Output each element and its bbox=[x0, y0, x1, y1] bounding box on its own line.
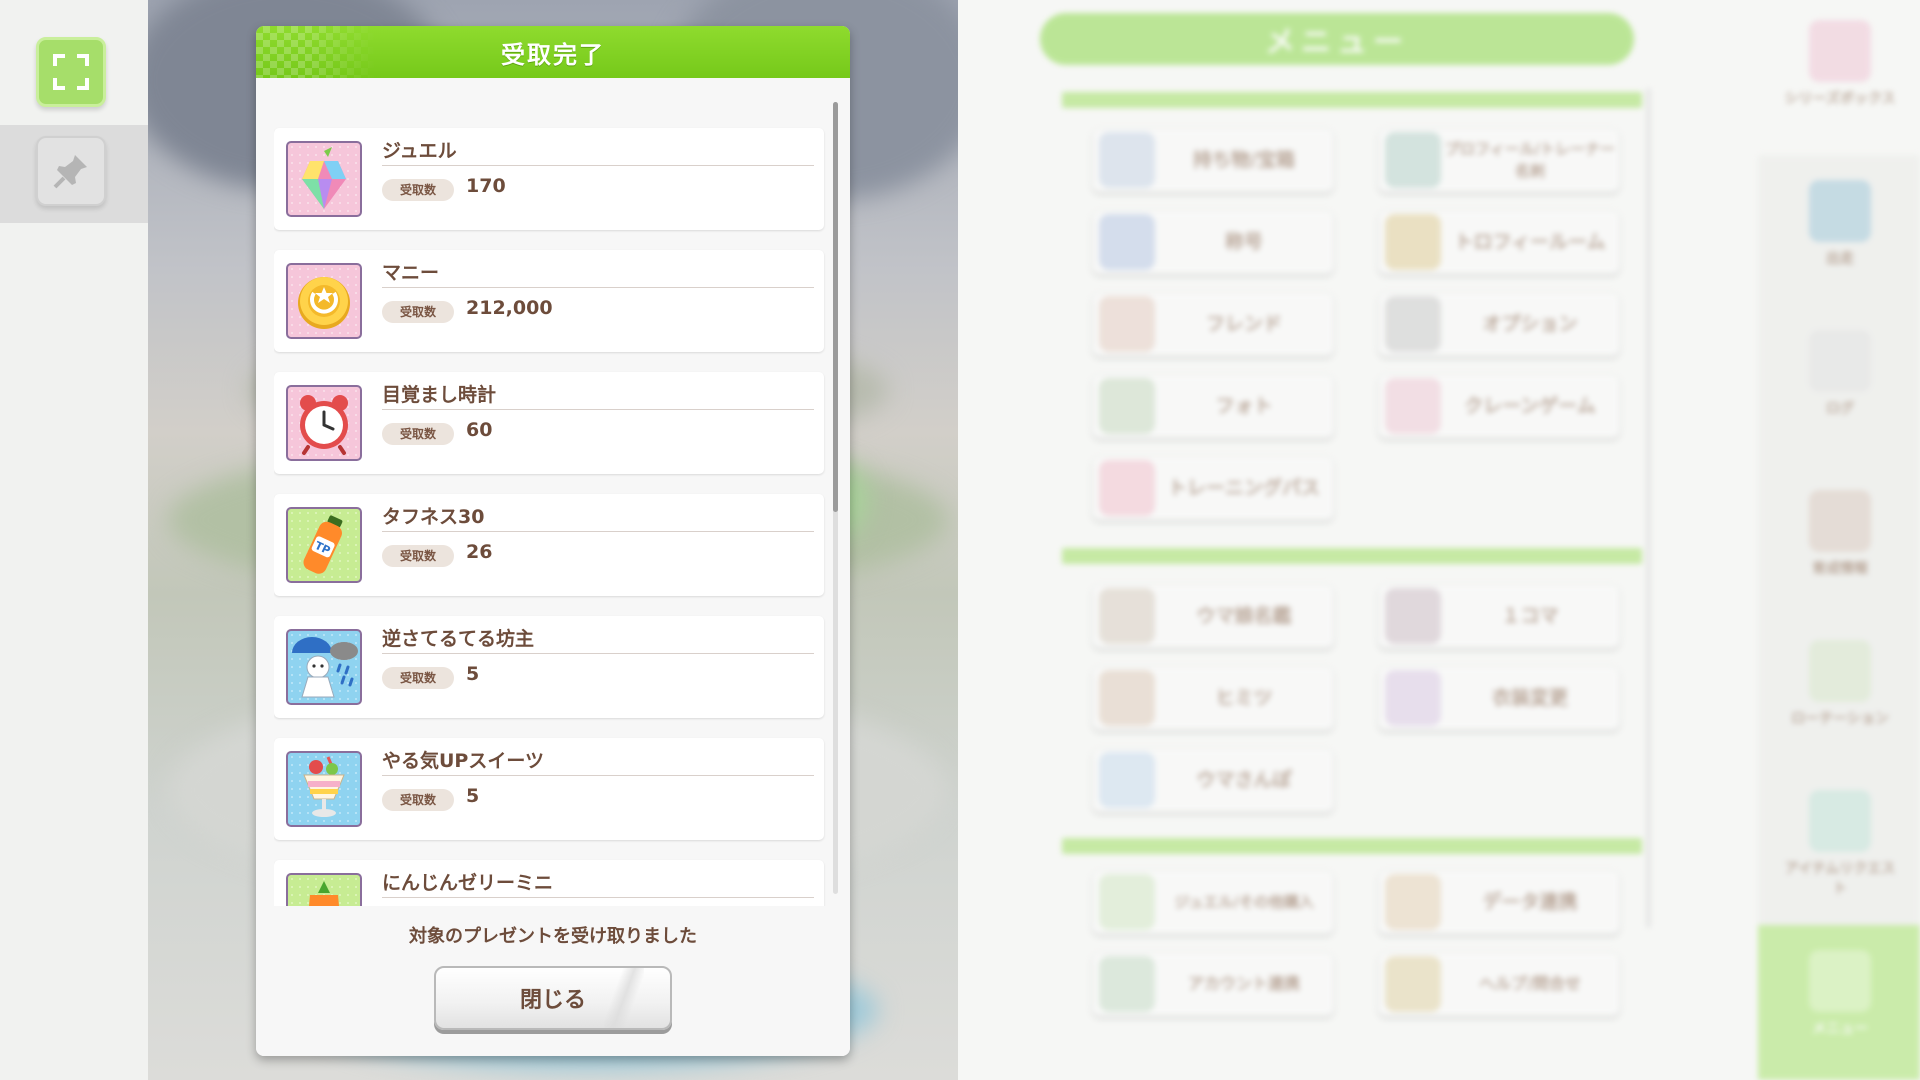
menu-title: メニュー bbox=[1040, 13, 1634, 65]
side-item-rotation[interactable]: ローテーション bbox=[1780, 640, 1900, 728]
menu-button-training-pass[interactable]: トレーニングパス bbox=[1092, 456, 1334, 520]
menu-section-bar bbox=[1062, 92, 1642, 108]
coin-icon bbox=[298, 277, 350, 329]
menu-section-bar bbox=[1062, 838, 1642, 854]
close-button[interactable]: 閉じる bbox=[434, 966, 672, 1030]
divider bbox=[382, 165, 814, 166]
item-quantity: 5 bbox=[466, 785, 480, 807]
item-thumbnail: TP bbox=[286, 507, 362, 583]
quantity-label: 受取数 bbox=[382, 667, 454, 689]
item-quantity: 60 bbox=[466, 419, 493, 441]
jewel-icon bbox=[302, 147, 346, 209]
dialog-header: 受取完了 bbox=[256, 26, 850, 78]
item-name: タフネス30 bbox=[382, 506, 485, 528]
parfait-icon bbox=[303, 756, 345, 817]
list-item: ジュエル 受取数 170 bbox=[274, 128, 824, 230]
quantity-label: 受取数 bbox=[382, 545, 454, 567]
menu-button-friend[interactable]: フレンド bbox=[1092, 292, 1334, 356]
side-item-item-request[interactable]: アイテムリクエスト bbox=[1780, 790, 1900, 898]
item-quantity: 212,000 bbox=[466, 297, 553, 319]
item-thumbnail bbox=[286, 751, 362, 827]
list-item: マニー 受取数 212,000 bbox=[274, 250, 824, 352]
item-thumbnail bbox=[286, 629, 362, 705]
item-name: にんじんゼリーミニ bbox=[382, 872, 554, 894]
pin-button[interactable] bbox=[36, 136, 106, 206]
item-quantity: 26 bbox=[466, 541, 493, 563]
list-item: やる気UPスイーツ 受取数 5 bbox=[274, 738, 824, 840]
list-item: 目覚まし時計 受取数 60 bbox=[274, 372, 824, 474]
side-item-log[interactable]: ログ bbox=[1780, 330, 1900, 418]
quantity-label: 受取数 bbox=[382, 423, 454, 445]
menu-button-profile[interactable]: プロフィール/トレーナー名刺 bbox=[1378, 128, 1620, 192]
menu-button-items[interactable]: 持ち物/宝箱 bbox=[1092, 128, 1334, 192]
button-shine bbox=[604, 968, 644, 1028]
menu-button-uma-directory[interactable]: ウマ娘名鑑 bbox=[1092, 584, 1334, 648]
side-item-menu[interactable]: メニュー bbox=[1780, 950, 1900, 1038]
menu-button-trophy-room[interactable]: トロフィールーム bbox=[1378, 210, 1620, 274]
list-scrollbar[interactable] bbox=[833, 102, 838, 894]
item-name: マニー bbox=[382, 262, 440, 284]
menu-section-bar bbox=[1062, 548, 1642, 564]
divider bbox=[382, 897, 814, 898]
item-thumbnail bbox=[286, 385, 362, 461]
menu-button-uma-walk[interactable]: ウマさんぽ bbox=[1092, 748, 1334, 812]
item-name: 逆さてるてる坊主 bbox=[382, 628, 535, 650]
left-rail bbox=[0, 0, 148, 1080]
quantity-label: 受取数 bbox=[382, 301, 454, 323]
list-item: 逆さてるてる坊主 受取数 5 bbox=[274, 616, 824, 718]
quantity-label: 受取数 bbox=[382, 789, 454, 811]
side-item-series-box[interactable]: シリーズボックス bbox=[1780, 20, 1900, 108]
pin-icon bbox=[53, 155, 87, 189]
item-name: やる気UPスイーツ bbox=[382, 750, 544, 772]
reward-list[interactable]: ジュエル 受取数 170 マニー 受取数 212,000 目覚まし時計 受取数 … bbox=[274, 100, 826, 906]
header-pattern bbox=[256, 26, 376, 78]
menu-button-data-link[interactable]: データ連携 bbox=[1378, 870, 1620, 934]
divider bbox=[382, 531, 814, 532]
alarm-clock-icon bbox=[300, 395, 348, 455]
menu-button-secret[interactable]: ヒミツ bbox=[1092, 666, 1334, 730]
item-quantity: 170 bbox=[466, 175, 506, 197]
quantity-label: 受取数 bbox=[382, 179, 454, 201]
list-item: にんじんゼリーミニ 受取数 6 bbox=[274, 860, 824, 906]
carrot-jelly-icon bbox=[309, 881, 339, 906]
menu-button-photo[interactable]: フォト bbox=[1092, 374, 1334, 438]
item-thumbnail bbox=[286, 141, 362, 217]
menu-button-help[interactable]: ヘルプ/問合せ bbox=[1378, 952, 1620, 1016]
menu-button-one-frame[interactable]: １コマ bbox=[1378, 584, 1620, 648]
menu-panel: メニュー 持ち物/宝箱 プロフィール/トレーナー名刺 称号 トロフィールーム フ… bbox=[958, 0, 1920, 1080]
item-name: 目覚まし時計 bbox=[382, 384, 497, 406]
dialog-title: 受取完了 bbox=[501, 40, 605, 69]
menu-button-crane-game[interactable]: クレーンゲーム bbox=[1378, 374, 1620, 438]
menu-button-account-link[interactable]: アカウント連携 bbox=[1092, 952, 1334, 1016]
close-button-label: 閉じる bbox=[519, 988, 586, 1013]
item-thumbnail bbox=[286, 263, 362, 339]
item-name: ジュエル bbox=[382, 140, 457, 162]
scrollbar-thumb[interactable] bbox=[833, 102, 838, 512]
menu-button-jewel-purchase[interactable]: ジュエル/その他購入 bbox=[1092, 870, 1334, 934]
menu-button-options[interactable]: オプション bbox=[1378, 292, 1620, 356]
divider bbox=[382, 775, 814, 776]
menu-button-outfit[interactable]: 衣装変更 bbox=[1378, 666, 1620, 730]
fullscreen-icon bbox=[53, 54, 89, 90]
teru-teru-bozu-icon bbox=[292, 637, 358, 698]
list-item: TP タフネス30 受取数 26 bbox=[274, 494, 824, 596]
divider bbox=[382, 287, 814, 288]
item-quantity: 5 bbox=[466, 663, 480, 685]
fullscreen-button[interactable] bbox=[36, 37, 106, 107]
drink-bottle-icon: TP bbox=[303, 515, 343, 574]
receive-complete-dialog: 受取完了 ジュエル 受取数 170 マニー 受取数 212,000 目覚まし時計… bbox=[256, 26, 850, 1056]
divider bbox=[382, 653, 814, 654]
divider bbox=[382, 409, 814, 410]
menu-scrollbar bbox=[1646, 88, 1651, 928]
item-thumbnail bbox=[286, 873, 362, 906]
side-item-training-info[interactable]: 育成情報 bbox=[1780, 490, 1900, 578]
menu-button-title[interactable]: 称号 bbox=[1092, 210, 1334, 274]
received-message: 対象のプレゼントを受け取りました bbox=[409, 926, 697, 947]
side-item-race[interactable]: 出走 bbox=[1780, 180, 1900, 268]
dialog-footer: 対象のプレゼントを受け取りました 閉じる bbox=[256, 912, 850, 1056]
